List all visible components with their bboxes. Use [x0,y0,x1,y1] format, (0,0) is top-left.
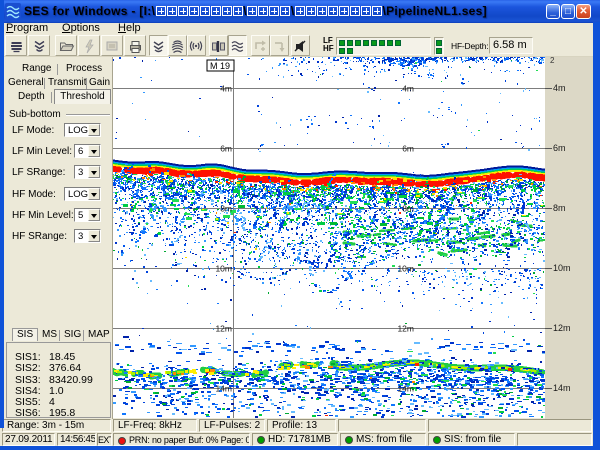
svg-text:10m: 10m [397,264,414,274]
svg-text:12m: 12m [215,324,232,334]
svg-text:8m: 8m [402,204,414,214]
svg-text:4m: 4m [220,84,232,94]
svg-text:8m: 8m [220,204,232,214]
svg-text:6m: 6m [402,144,414,154]
svg-text:6m: 6m [220,144,232,154]
svg-text:14m: 14m [215,384,232,394]
svg-text:10m: 10m [215,264,232,274]
svg-text:M 19: M 19 [210,61,230,71]
svg-text:12m: 12m [397,324,414,334]
svg-text:14m: 14m [397,384,414,394]
svg-text:4m: 4m [402,84,414,94]
